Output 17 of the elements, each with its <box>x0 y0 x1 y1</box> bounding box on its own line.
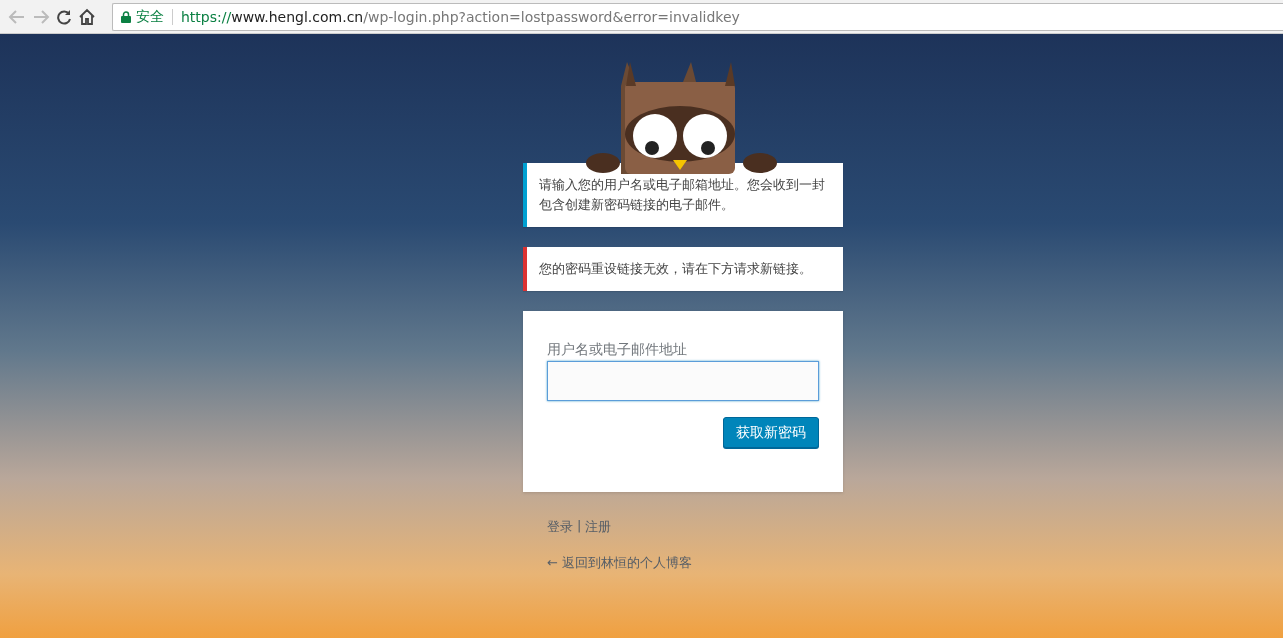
lock-icon <box>121 10 131 23</box>
info-message: 请输入您的用户名或电子邮箱地址。您会收到一封包含创建新密码链接的电子邮件。 <box>523 163 843 227</box>
back-link[interactable]: ← 返回到林恒的个人博客 <box>547 555 693 570</box>
reload-icon[interactable] <box>56 8 72 25</box>
secure-label: 安全 <box>136 7 164 26</box>
login-link[interactable]: 登录 <box>547 518 573 536</box>
home-icon[interactable] <box>78 8 96 25</box>
address-bar[interactable]: 安全 https://www.hengl.com.cn/wp-login.php?action=lostpassword&error=invalidkey <box>112 2 1283 31</box>
get-password-button[interactable]: 获取新密码 <box>723 417 819 448</box>
register-link[interactable]: 注册 <box>585 518 612 536</box>
separator-text: | <box>577 518 582 535</box>
username-field[interactable] <box>547 361 819 401</box>
field-label: 用户名或电子邮件地址 <box>547 340 688 359</box>
error-message: 您的密码重设链接无效，请在下方请求新链接。 <box>523 247 843 291</box>
url-text: https://www.hengl.com.cn/wp-login.php?action=lostpassword&error=invalidkey <box>181 8 740 25</box>
back-icon[interactable] <box>8 8 26 25</box>
forward-icon[interactable] <box>32 8 50 25</box>
